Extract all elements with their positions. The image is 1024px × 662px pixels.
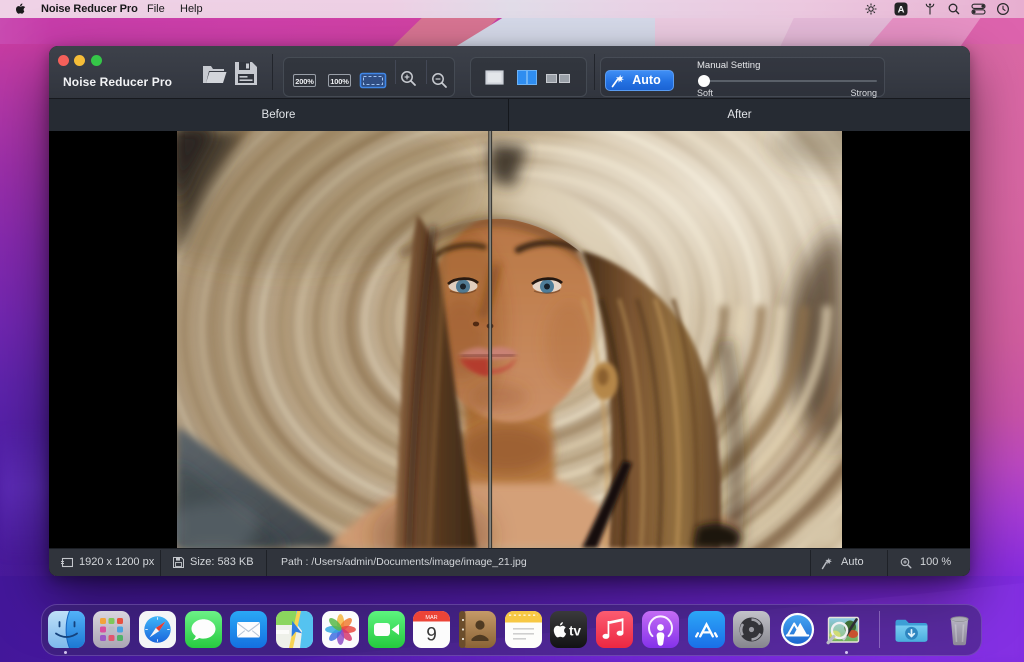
svg-text:tv: tv <box>569 624 581 639</box>
svg-text:9: 9 <box>427 625 438 646</box>
svg-text:MAR: MAR <box>426 615 438 621</box>
svg-text:A: A <box>898 5 905 16</box>
